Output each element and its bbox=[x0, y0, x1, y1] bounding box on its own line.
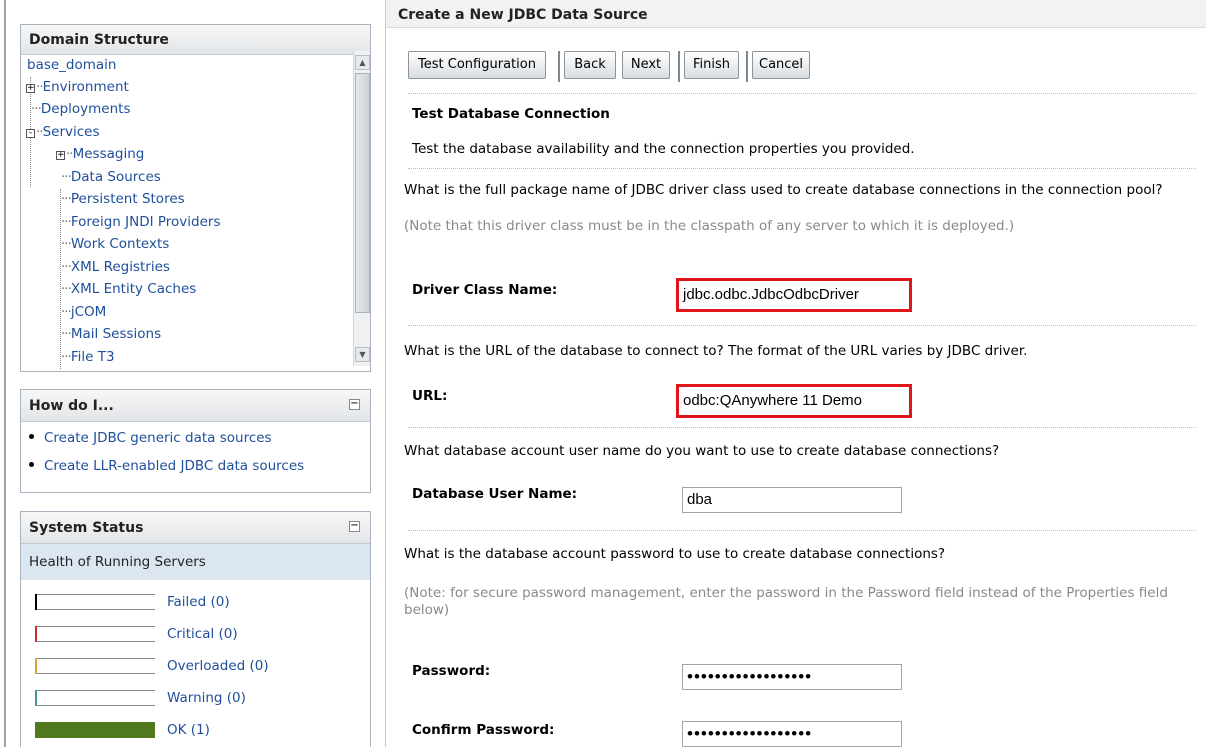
section-title: Test Database Connection bbox=[412, 106, 610, 122]
health-heading: Health of Running Servers bbox=[21, 544, 370, 580]
tree-item-xml-entity-caches[interactable]: ···XML Entity Caches bbox=[61, 281, 196, 297]
tree-item-work-contexts[interactable]: ···Work Contexts bbox=[61, 236, 169, 252]
tree-item-environment[interactable]: +··Environment bbox=[26, 79, 129, 95]
main-content: Create a New JDBC Data Source Test Confi… bbox=[385, 0, 1206, 747]
page-title: Create a New JDBC Data Source bbox=[386, 0, 1206, 28]
tree-item-foreign-jndi-providers[interactable]: ···Foreign JNDI Providers bbox=[61, 214, 221, 230]
test-configuration-button[interactable]: Test Configuration bbox=[408, 51, 546, 79]
button-separator bbox=[746, 51, 748, 82]
status-link-warning[interactable]: Warning (0) bbox=[167, 690, 246, 706]
divider bbox=[408, 427, 1196, 428]
collapse-icon[interactable]: − bbox=[349, 521, 360, 532]
status-row-failed: Failed (0) bbox=[21, 586, 370, 618]
status-bar bbox=[35, 690, 155, 706]
password-label: Password: bbox=[412, 663, 491, 679]
scroll-up-icon[interactable]: ▲ bbox=[355, 55, 370, 70]
url-question: What is the URL of the database to conne… bbox=[404, 343, 1028, 359]
driver-note: (Note that this driver class must be in … bbox=[404, 218, 1015, 234]
tree-item-deployments[interactable]: ···Deployments bbox=[31, 101, 130, 117]
collapse-icon[interactable]: − bbox=[349, 399, 360, 410]
link-create-llr-jdbc[interactable]: Create LLR-enabled JDBC data sources bbox=[44, 458, 304, 474]
collapse-icon[interactable]: - bbox=[26, 129, 35, 138]
status-bar bbox=[35, 626, 155, 642]
button-separator bbox=[678, 51, 680, 82]
tree-item-file-t3[interactable]: ···File T3 bbox=[61, 349, 115, 365]
status-bar bbox=[35, 722, 155, 738]
left-sidebar: Domain Structure base_domain +··Environm… bbox=[0, 0, 384, 747]
how-do-i-panel: How do I... − Create JDBC generic data s… bbox=[20, 389, 371, 493]
status-row-critical: Critical (0) bbox=[21, 618, 370, 650]
expand-icon[interactable]: + bbox=[26, 84, 35, 93]
password-question: What is the database account password to… bbox=[404, 546, 946, 562]
tree-item-base-domain[interactable]: base_domain bbox=[27, 57, 117, 73]
link-create-jdbc-generic[interactable]: Create JDBC generic data sources bbox=[44, 430, 272, 446]
how-do-i-title: How do I... − bbox=[21, 390, 370, 422]
scroll-thumb[interactable] bbox=[355, 73, 370, 313]
status-bar bbox=[35, 658, 155, 674]
status-link-critical[interactable]: Critical (0) bbox=[167, 626, 238, 642]
finish-button[interactable]: Finish bbox=[684, 51, 739, 79]
confirm-password-field[interactable]: •••••••••••••••••• bbox=[682, 721, 902, 747]
tree-item-xml-registries[interactable]: ···XML Registries bbox=[61, 259, 170, 275]
expand-icon[interactable]: + bbox=[56, 151, 65, 160]
status-link-overloaded[interactable]: Overloaded (0) bbox=[167, 658, 269, 674]
system-status-panel: System Status − Health of Running Server… bbox=[20, 511, 371, 747]
url-label: URL: bbox=[412, 388, 448, 404]
password-field[interactable]: •••••••••••••••••• bbox=[682, 664, 902, 690]
status-link-ok[interactable]: OK (1) bbox=[167, 722, 210, 738]
status-row-overloaded: Overloaded (0) bbox=[21, 650, 370, 682]
button-separator bbox=[558, 51, 560, 82]
confirm-password-label: Confirm Password: bbox=[412, 722, 555, 738]
bullet-icon bbox=[29, 434, 34, 439]
tree-item-mail-sessions[interactable]: ···Mail Sessions bbox=[61, 326, 161, 342]
tree-item-services[interactable]: - ··Services bbox=[26, 124, 100, 140]
back-button[interactable]: Back bbox=[564, 51, 616, 79]
tree-item-messaging[interactable]: +··Messaging bbox=[56, 146, 144, 162]
domain-structure-title: Domain Structure bbox=[21, 25, 370, 55]
driver-question: What is the full package name of JDBC dr… bbox=[404, 182, 1163, 198]
status-row-ok: OK (1) bbox=[21, 714, 370, 746]
status-row-warning: Warning (0) bbox=[21, 682, 370, 714]
tree-item-persistent-stores[interactable]: ···Persistent Stores bbox=[61, 191, 185, 207]
divider bbox=[408, 530, 1196, 531]
system-status-title: System Status − bbox=[21, 512, 370, 544]
username-question: What database account user name do you w… bbox=[404, 443, 1000, 459]
cancel-button[interactable]: Cancel bbox=[752, 51, 810, 79]
divider bbox=[408, 93, 1196, 94]
driver-class-label: Driver Class Name: bbox=[412, 282, 558, 298]
next-button[interactable]: Next bbox=[622, 51, 670, 79]
status-bar bbox=[35, 594, 155, 610]
domain-structure-panel: Domain Structure base_domain +··Environm… bbox=[20, 24, 371, 372]
password-note: (Note: for secure password management, e… bbox=[404, 585, 1168, 601]
section-description: Test the database availability and the c… bbox=[412, 141, 915, 157]
scroll-down-icon[interactable]: ▼ bbox=[355, 347, 370, 362]
tree-scrollbar[interactable]: ▲ ▼ bbox=[353, 51, 370, 366]
username-label: Database User Name: bbox=[412, 486, 578, 502]
divider bbox=[408, 168, 1196, 169]
bullet-icon bbox=[29, 462, 34, 467]
list-item: Create LLR-enabled JDBC data sources bbox=[29, 458, 370, 486]
url-field[interactable]: odbc:QAnywhere 11 Demo bbox=[676, 384, 912, 418]
driver-class-field[interactable]: jdbc.odbc.JdbcOdbcDriver bbox=[676, 278, 912, 312]
list-item: Create JDBC generic data sources bbox=[29, 430, 370, 458]
username-field[interactable]: dba bbox=[682, 487, 902, 513]
tree-item-jcom[interactable]: ···jCOM bbox=[61, 304, 106, 320]
status-link-failed[interactable]: Failed (0) bbox=[167, 594, 230, 610]
password-note-cont: below) bbox=[404, 602, 450, 618]
tree-item-data-sources[interactable]: ···Data Sources bbox=[61, 169, 161, 185]
domain-tree: base_domain +··Environment ···Deployment… bbox=[21, 55, 370, 370]
divider bbox=[408, 325, 1196, 326]
window-edge bbox=[4, 0, 6, 747]
